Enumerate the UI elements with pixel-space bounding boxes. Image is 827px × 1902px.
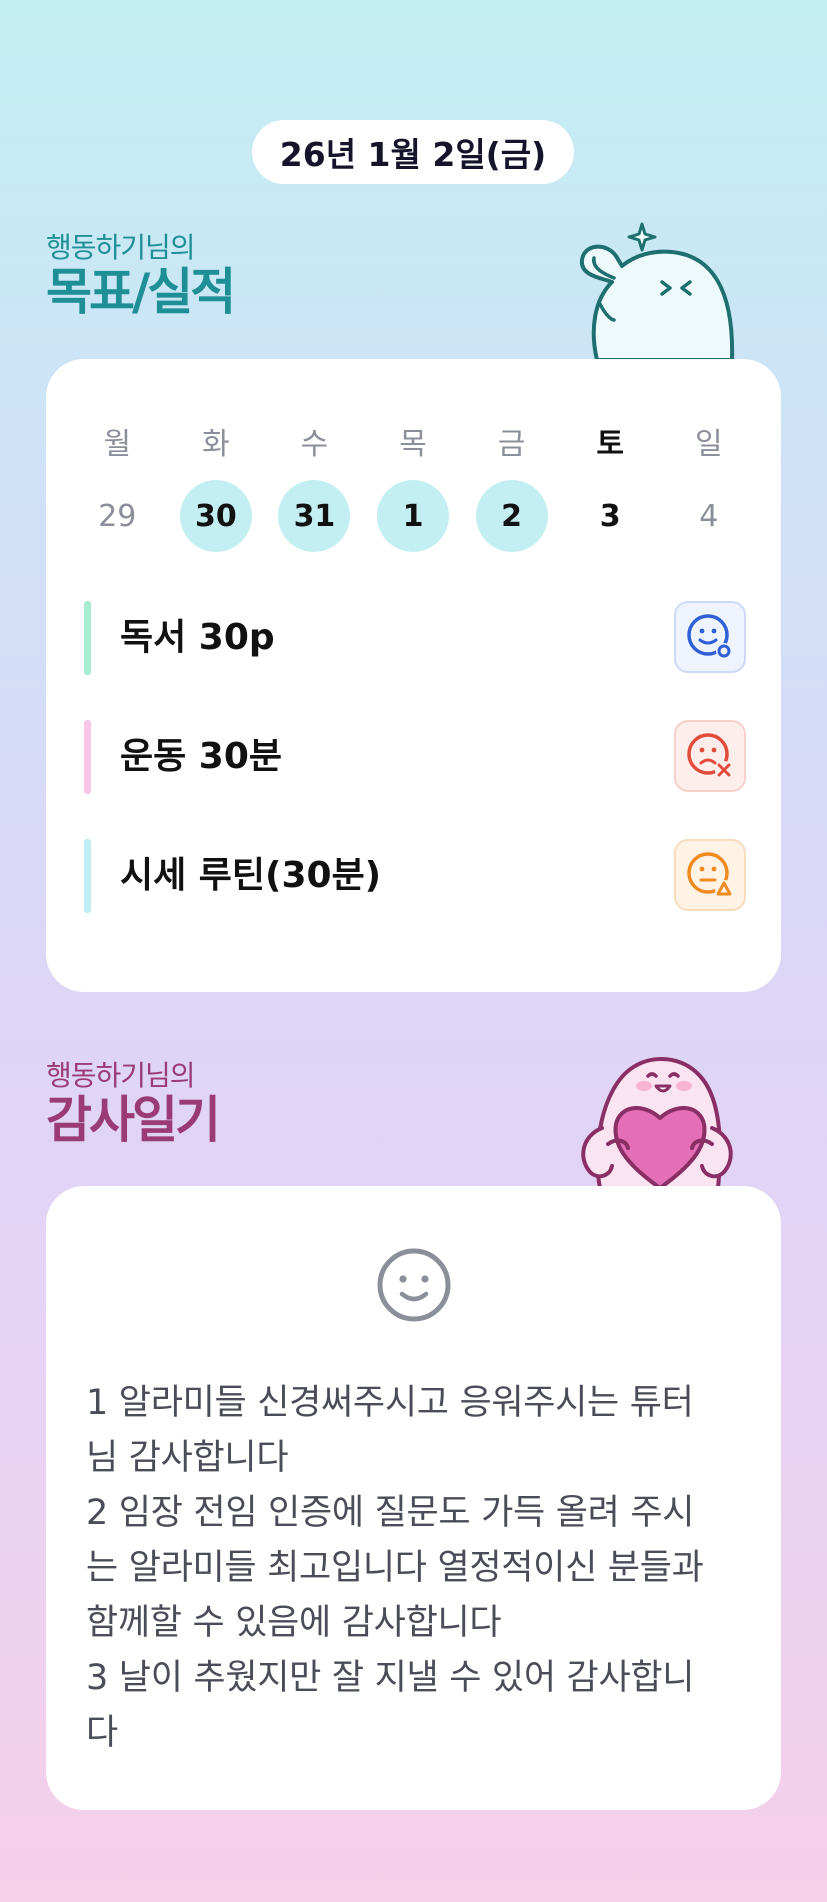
goal-status-badge[interactable] [674,601,746,673]
smile-circle-icon [687,614,732,659]
frown-x-icon [687,733,733,779]
calendar-day[interactable]: 29 [81,480,153,552]
diary-line: 1 알라미들 신경써주시고 응워주시는 튜터 [86,1383,694,1423]
ghost-mascot-heart-icon [581,1057,733,1188]
goal-name: 시세 루틴(30분) [120,855,382,896]
week-date-row: 29 30 31 1 2 3 4 [68,479,758,553]
weekday-label: 월 [103,427,132,462]
goals-title: 목표/실적 [46,263,236,321]
gratitude-diary-text: 1 알라미들 신경써주시고 응워주시는 튜터 님 감사합니다 2 임장 전임 인… [86,1376,746,1761]
diary-line: 다 [86,1713,118,1753]
date-selector[interactable]: 26년 1월 2일(금) [252,120,574,184]
calendar-day[interactable]: 4 [673,480,745,552]
calendar-day-completed[interactable]: 30 [179,480,252,552]
weekday-header-row: 월 화 수 목 금 토 일 [68,419,758,463]
weekday-label: 화 [202,427,230,462]
diary-title: 감사일기 [46,1091,221,1149]
calendar-day-completed[interactable]: 31 [278,480,351,552]
goal-color-bar [84,839,91,913]
weekday-label: 목 [399,427,427,462]
ghost-mascot-thumbs-up-icon [579,222,735,360]
calendar-day-completed[interactable]: 1 [377,480,450,552]
goal-item[interactable]: 독서 30p [84,601,746,675]
diary-line: 함께할 수 있음에 감사합니다 [86,1603,502,1643]
smiley-face-icon[interactable] [375,1246,453,1324]
gratitude-diary-card: 1 알라미들 신경써주시고 응워주시는 튜터 님 감사합니다 2 임장 전임 인… [46,1186,781,1810]
goal-name: 운동 30분 [120,736,282,777]
goal-color-bar [84,601,91,675]
diary-section-header: 행동하기님의 감사일기 [46,1059,221,1149]
weekday-label: 일 [694,427,723,462]
goal-item[interactable]: 운동 30분 [84,720,746,794]
goal-item[interactable]: 시세 루틴(30분) [84,839,746,913]
goal-status-badge[interactable] [674,839,746,911]
diary-line: 3 날이 추웠지만 잘 지낼 수 있어 감사합니 [86,1658,695,1698]
goals-section-header: 행동하기님의 목표/실적 [46,231,236,321]
weekday-label: 금 [497,427,526,462]
goal-color-bar [84,720,91,794]
calendar-day-selected[interactable]: 2 [475,480,548,552]
diary-line: 님 감사합니다 [86,1438,289,1478]
diary-line: 2 임장 전임 인증에 질문도 가득 올려 주시 [86,1493,695,1533]
calendar-day[interactable]: 3 [574,480,646,552]
diary-line: 는 알라미들 최고입니다 열정적이신 분들과 [86,1548,704,1588]
weekday-label: 토 [596,427,624,462]
goals-card: 월 화 수 목 금 토 일 29 30 31 1 2 3 4 독서 30p 운동… [46,359,781,992]
goals-owner-label: 행동하기님의 [46,231,196,264]
neutral-triangle-icon [687,852,733,898]
goal-name: 독서 30p [120,617,275,658]
goal-status-badge[interactable] [674,720,746,792]
diary-owner-label: 행동하기님의 [46,1059,196,1092]
weekday-label: 수 [300,427,329,462]
